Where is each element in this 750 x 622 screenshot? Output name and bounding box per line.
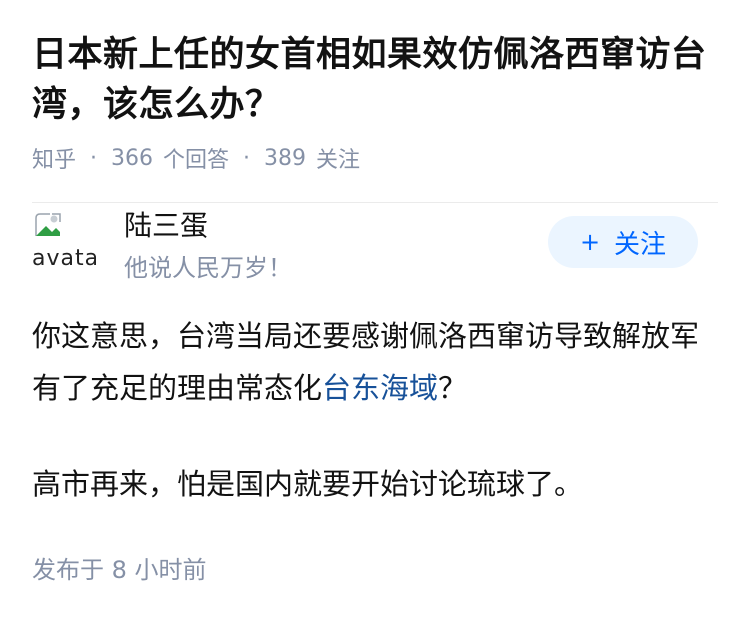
meta-separator: · xyxy=(243,145,251,171)
question-header: 日本新上任的女首相如果效仿佩洛西窜访台湾，该怎么办？ 知乎 · 366 个回答 … xyxy=(0,0,750,203)
question-meta: 知乎 · 366 个回答 · 389 关注 xyxy=(32,142,718,174)
follower-count[interactable]: 389 xyxy=(264,146,306,171)
header-divider xyxy=(32,202,718,203)
avatar-alt-text: avatar xyxy=(32,246,96,271)
broken-image-icon xyxy=(35,213,61,236)
follow-button[interactable]: + 关注 xyxy=(548,216,698,268)
follow-button-label: 关注 xyxy=(614,229,667,260)
follower-count-label[interactable]: 关注 xyxy=(316,142,360,174)
question-title[interactable]: 日本新上任的女首相如果效仿佩洛西窜访台湾，该怎么办？ xyxy=(32,30,718,130)
meta-separator: · xyxy=(90,145,98,171)
avatar[interactable]: avatar xyxy=(32,208,96,272)
answer-count-label[interactable]: 个回答 xyxy=(163,142,229,174)
answer-content: 你这意思，台湾当局还要感谢佩洛西窜访导致解放军有了充足的理由常态化台东海域？ 高… xyxy=(32,310,718,510)
answer-text: ？ xyxy=(438,371,468,405)
author-info: avatar 陆三蛋 他说人民万岁！ + 关注 xyxy=(32,208,718,288)
plus-icon: + xyxy=(579,228,601,256)
answer-count[interactable]: 366 xyxy=(111,146,153,171)
answer-paragraph: 高市再来，怕是国内就要开始讨论琉球了。 xyxy=(32,467,584,501)
source-label[interactable]: 知乎 xyxy=(32,142,76,174)
author-bio: 他说人民万岁！ xyxy=(124,254,292,282)
answer-paragraph: 你这意思，台湾当局还要感谢佩洛西窜访导致解放军有了充足的理由常态化台东海域？ xyxy=(32,310,718,414)
publish-time: 发布于 8 小时前 xyxy=(32,556,207,584)
topic-link[interactable]: 台东海域 xyxy=(322,371,438,405)
author-name[interactable]: 陆三蛋 xyxy=(124,204,208,244)
